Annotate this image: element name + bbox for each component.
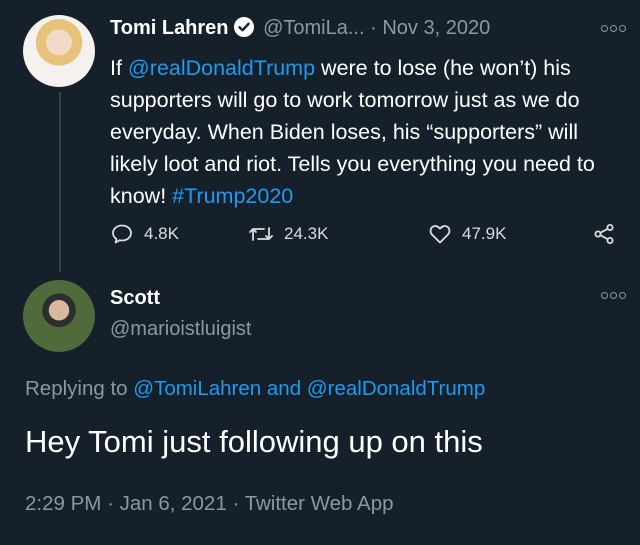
like-button[interactable]: 47.9K [428, 222, 506, 246]
reply-text: Hey Tomi just following up on this [25, 424, 483, 459]
replying-and: and [266, 377, 302, 400]
author-name[interactable]: Tomi Lahren [110, 17, 229, 39]
share-button[interactable] [592, 222, 616, 246]
heart-icon [429, 225, 451, 244]
replying-to-line: Replying to @TomiLahren and @realDonaldT… [25, 377, 485, 401]
like-count: 47.9K [462, 224, 507, 243]
reply-author-name[interactable]: Scott [110, 287, 160, 310]
retweet-count: 24.3K [284, 224, 329, 243]
verified-badge-icon [233, 17, 254, 37]
reply-author-handle[interactable]: @marioistluigist [110, 318, 251, 341]
thread-line [59, 92, 61, 272]
tweet-header: Tomi Lahren @TomiLa... · Nov 3, 2020 [110, 14, 626, 42]
reply-time[interactable]: 2:29 PM [25, 492, 101, 515]
reply-meta: 2:29 PM · Jan 6, 2021 · Twitter Web App [25, 492, 394, 516]
share-icon [594, 224, 614, 244]
more-options-icon[interactable] [601, 25, 626, 32]
meta-separator-2: · [232, 492, 240, 515]
tweet-body: If @realDonaldTrump were to lose (he won… [110, 52, 610, 212]
mention-tomilahren[interactable]: @TomiLahren [133, 377, 261, 400]
retweet-icon [249, 227, 273, 241]
reply-more-options-icon[interactable] [601, 292, 626, 299]
reply-date[interactable]: Jan 6, 2021 [120, 492, 227, 515]
retweet-button[interactable]: 24.3K [248, 222, 328, 246]
reply-button[interactable]: 4.8K [110, 222, 179, 246]
scott-avatar[interactable] [23, 280, 95, 352]
mention-realdonaldtrump-reply[interactable]: @realDonaldTrump [307, 377, 485, 400]
tomi-avatar[interactable] [23, 15, 95, 87]
replying-prefix: Replying to [25, 377, 128, 400]
mention-realdonaldtrump[interactable]: @realDonaldTrump [128, 56, 315, 80]
hashtag-trump2020[interactable]: #Trump2020 [172, 184, 293, 208]
reply-count: 4.8K [144, 224, 179, 243]
author-handle[interactable]: @TomiLa... [263, 17, 364, 39]
reply-icon [112, 224, 132, 244]
tweet-actions: 4.8K 24.3K 47.9K [110, 222, 620, 252]
body-text-1: If [110, 56, 128, 80]
header-separator: · [370, 17, 377, 39]
tweet-date[interactable]: Nov 3, 2020 [382, 17, 490, 39]
meta-separator-1: · [107, 492, 114, 515]
reply-source[interactable]: Twitter Web App [245, 492, 394, 515]
